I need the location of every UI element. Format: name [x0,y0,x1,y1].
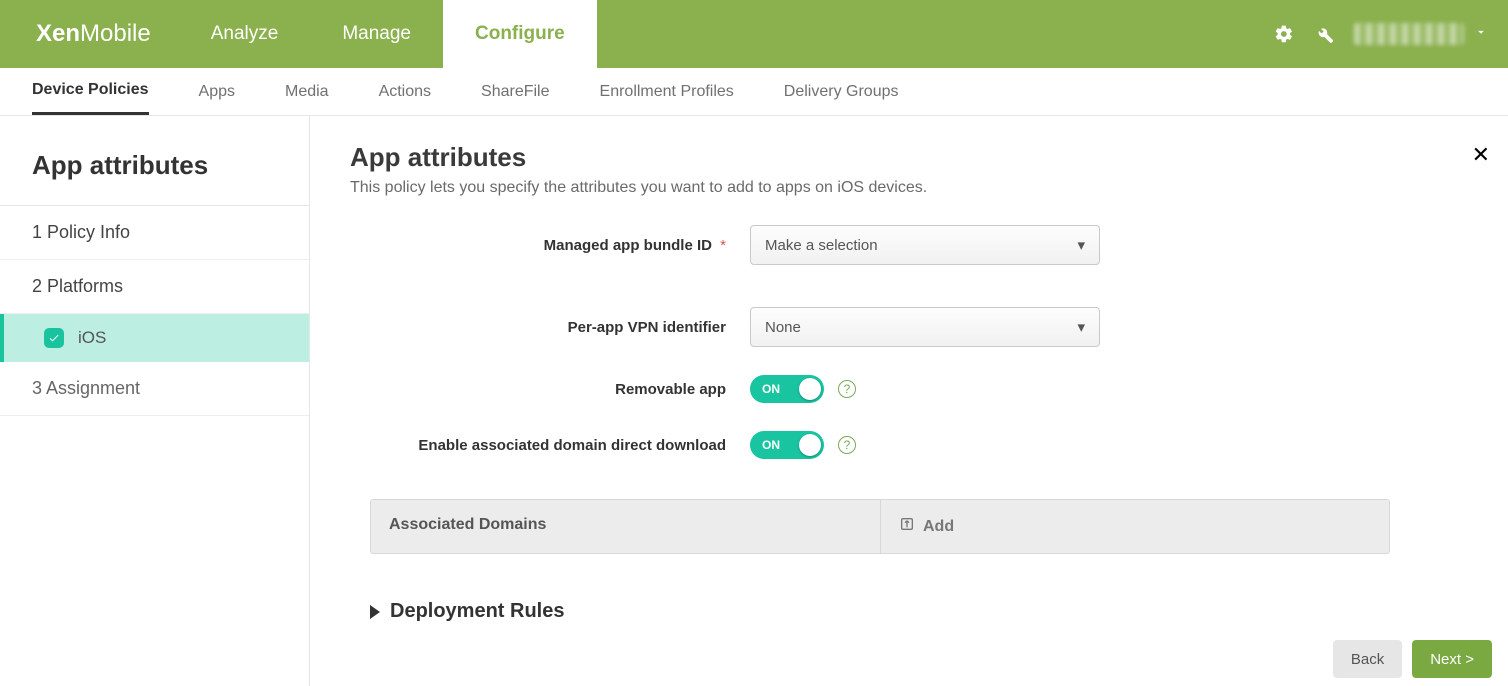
back-button[interactable]: Back [1333,640,1402,678]
label-text: Enable associated domain direct download [418,437,726,454]
add-label: Add [923,518,954,536]
step-label: 2 Platforms [32,276,123,296]
step-platforms-ios[interactable]: iOS [0,314,309,362]
step-assignment[interactable]: 3 Assignment [0,362,309,416]
next-button[interactable]: Next > [1412,640,1492,678]
sub-nav: Device Policies Apps Media Actions Share… [0,68,1508,116]
page-description: This policy lets you specify the attribu… [350,179,1468,197]
required-mark: * [720,237,726,254]
toggle-knob [799,434,821,456]
table-header-left: Associated Domains [371,500,881,553]
step-label: 3 Assignment [32,378,140,398]
gear-icon[interactable] [1274,24,1294,44]
brand-logo: XenMobile [0,0,179,68]
topnav-label: Manage [342,23,411,45]
associated-domains-table: Associated Domains Add [370,499,1390,554]
select-value: None [765,319,801,336]
topnav-configure[interactable]: Configure [443,0,597,68]
removable-label: Removable app [350,381,750,398]
label-text: Per-app VPN identifier [568,319,726,336]
brand-bold: Xen [36,20,80,48]
subnav-delivery-groups[interactable]: Delivery Groups [784,68,899,115]
sidebar-title: App attributes [0,140,309,206]
subnav-apps[interactable]: Apps [199,68,235,115]
add-icon [899,516,915,537]
topnav-label: Analyze [211,23,279,45]
subnav-label: Apps [199,83,235,101]
subnav-label: ShareFile [481,83,549,101]
subnav-label: Delivery Groups [784,83,899,101]
wrench-icon[interactable] [1314,24,1334,44]
row-assoc-download: Enable associated domain direct download… [350,431,1468,459]
chevron-down-icon: ▾ [1077,318,1085,336]
user-menu[interactable] [1354,23,1488,45]
step-sub-label: iOS [78,328,106,348]
topbar-right [1274,0,1508,68]
button-label: Next > [1430,651,1474,668]
chevron-down-icon [1474,25,1488,44]
subnav-sharefile[interactable]: ShareFile [481,68,549,115]
vpn-id-select[interactable]: None ▾ [750,307,1100,347]
brand-light: Mobile [80,20,151,48]
toggle-knob [799,378,821,400]
toggle-text: ON [762,438,780,452]
topnav-label: Configure [475,23,565,45]
label-text: Removable app [615,381,726,398]
subnav-media[interactable]: Media [285,68,329,115]
subnav-actions[interactable]: Actions [379,68,431,115]
topnav-analyze[interactable]: Analyze [179,0,311,68]
subnav-label: Media [285,83,329,101]
add-associated-domain-button[interactable]: Add [881,500,1389,553]
row-bundle-id: Managed app bundle ID * Make a selection… [350,225,1468,265]
bundle-id-label: Managed app bundle ID * [350,237,750,254]
step-label: 1 Policy Info [32,222,130,242]
assoc-download-toggle[interactable]: ON [750,431,824,459]
checkbox-checked-icon[interactable] [44,328,64,348]
top-bar: XenMobile Analyze Manage Configure [0,0,1508,68]
row-vpn-id: Per-app VPN identifier None ▾ [350,307,1468,347]
wizard-sidebar: App attributes 1 Policy Info 2 Platforms… [0,116,310,686]
button-label: Back [1351,651,1384,668]
username-redacted [1354,23,1464,45]
top-nav: Analyze Manage Configure [179,0,597,68]
topnav-manage[interactable]: Manage [310,0,443,68]
label-text: Managed app bundle ID [544,237,712,254]
deployment-rules-label: Deployment Rules [390,600,564,623]
triangle-right-icon [370,605,380,619]
row-removable-app: Removable app ON ? [350,375,1468,403]
bundle-id-select[interactable]: Make a selection ▾ [750,225,1100,265]
subnav-label: Enrollment Profiles [600,83,734,101]
toggle-text: ON [762,382,780,396]
subnav-enrollment-profiles[interactable]: Enrollment Profiles [600,68,734,115]
subnav-label: Device Policies [32,81,149,99]
select-value: Make a selection [765,237,878,254]
content-pane: ✕ App attributes This policy lets you sp… [310,116,1508,686]
subnav-label: Actions [379,83,431,101]
workspace: App attributes 1 Policy Info 2 Platforms… [0,116,1508,686]
deployment-rules-toggle[interactable]: Deployment Rules [370,600,1468,623]
close-icon[interactable]: ✕ [1472,142,1490,168]
wizard-footer-buttons: Back Next > [1333,640,1492,678]
help-icon[interactable]: ? [838,380,856,398]
step-platforms[interactable]: 2 Platforms [0,260,309,314]
removable-toggle[interactable]: ON [750,375,824,403]
subnav-device-policies[interactable]: Device Policies [32,68,149,115]
assoc-download-label: Enable associated domain direct download [350,437,750,454]
vpn-id-label: Per-app VPN identifier [350,319,750,336]
step-policy-info[interactable]: 1 Policy Info [0,206,309,260]
chevron-down-icon: ▾ [1077,236,1085,254]
page-title: App attributes [350,142,1468,173]
help-icon[interactable]: ? [838,436,856,454]
